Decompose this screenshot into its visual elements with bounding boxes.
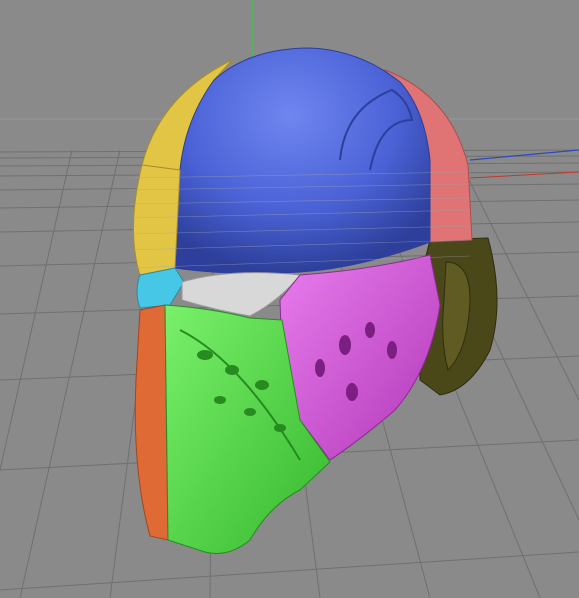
3d-viewport[interactable] — [0, 0, 579, 598]
viewport-scene[interactable] — [0, 0, 579, 598]
dome-top[interactable] — [174, 47, 431, 274]
cheek-left[interactable] — [132, 164, 181, 276]
